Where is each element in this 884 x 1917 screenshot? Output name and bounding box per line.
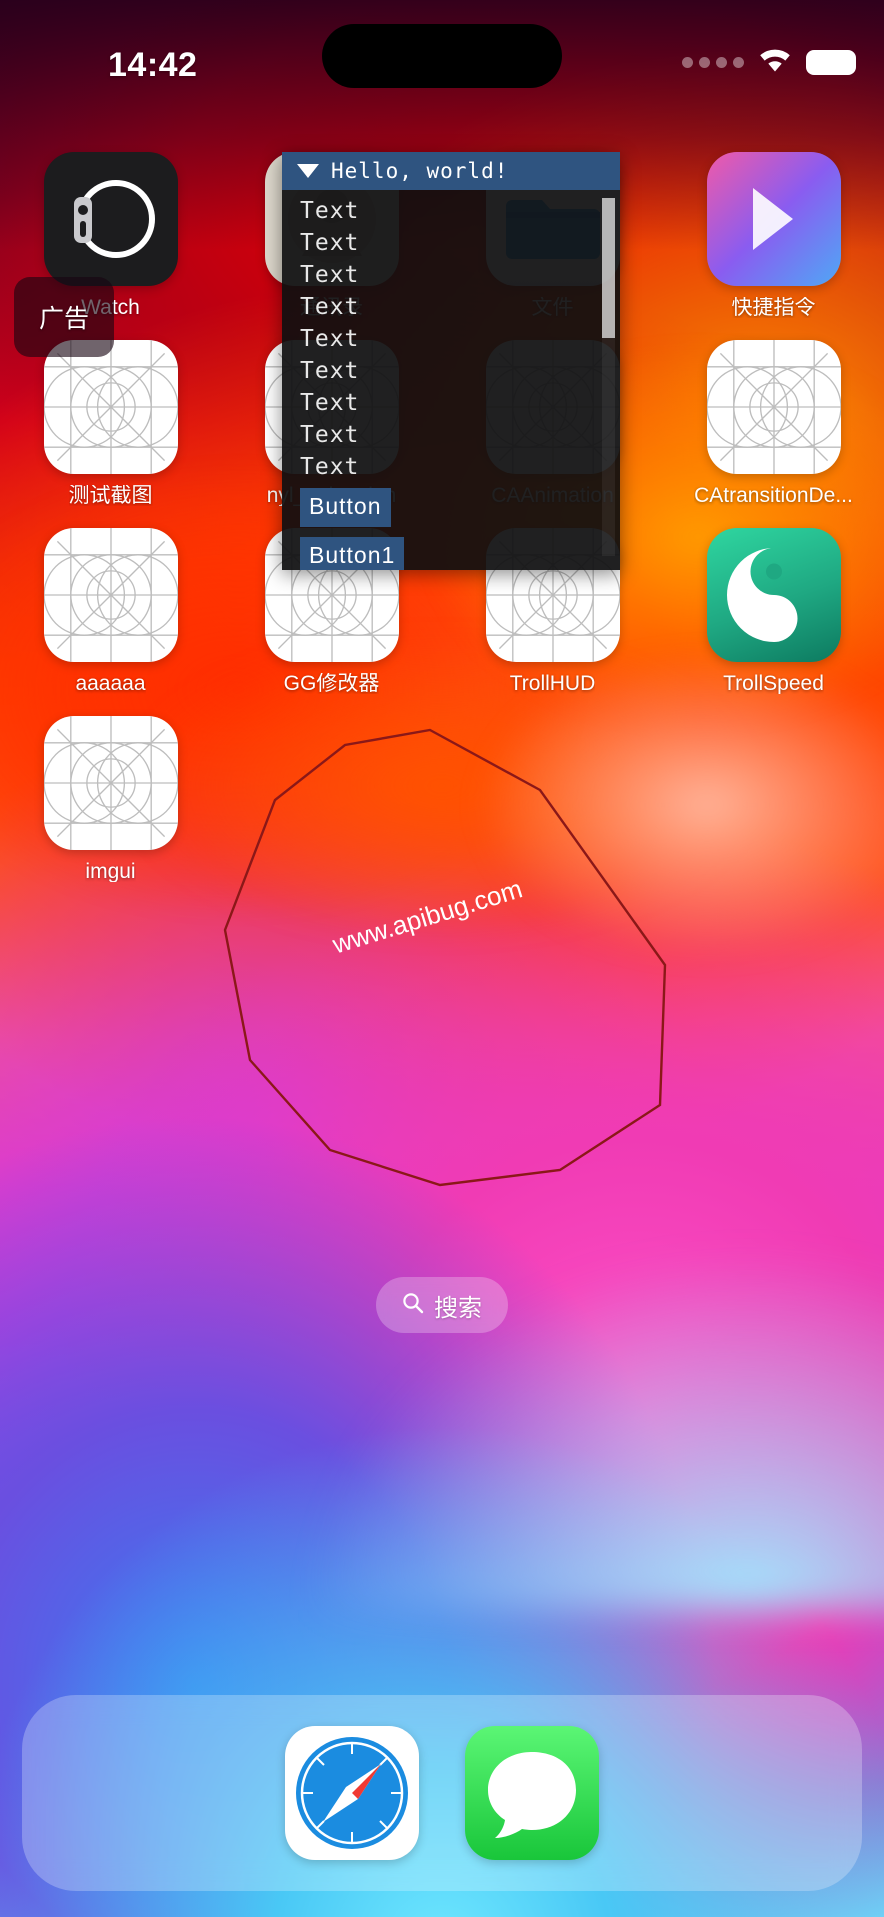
placeholder-icon[interactable]: [43, 528, 178, 662]
imgui-text-row: Text: [300, 454, 360, 480]
app-label: TrollSpeed: [723, 673, 824, 694]
messages-icon[interactable]: [465, 1726, 599, 1860]
imgui-button-1[interactable]: Button1: [300, 537, 405, 570]
app-label: TrollHUD: [509, 673, 596, 694]
imgui-button[interactable]: Button: [300, 488, 391, 527]
status-indicators: [682, 46, 856, 78]
imgui-text-row: Text: [300, 422, 360, 448]
shortcuts-icon[interactable]: [706, 152, 841, 286]
wallpaper-wave-cyan: [0, 1111, 884, 1611]
app-trollspeed[interactable]: TrollSpeed: [663, 528, 884, 694]
app-label: aaaaaa: [75, 673, 146, 694]
trollspeed-icon[interactable]: [706, 528, 841, 662]
app-placeholder[interactable]: aaaaaa: [0, 528, 221, 694]
imgui-text-row: Text: [300, 198, 360, 224]
imgui-window-title: Hello, world!: [331, 159, 509, 183]
placeholder-icon[interactable]: [43, 340, 178, 474]
app-row: imgui: [0, 716, 884, 904]
imgui-text-row: Text: [300, 294, 360, 320]
imgui-scrollbar-thumb[interactable]: [602, 198, 615, 338]
app-placeholder[interactable]: 测试截图: [0, 340, 221, 506]
placeholder-icon[interactable]: [43, 716, 178, 850]
battery-full-icon: [806, 49, 856, 75]
imgui-text-row: Text: [300, 326, 360, 352]
dock: [22, 1695, 862, 1891]
imgui-window-body: Text Text Text Text Text Text Text Text …: [282, 190, 620, 570]
imgui-window[interactable]: Hello, world! Text Text Text Text Text T…: [282, 152, 620, 570]
ad-badge[interactable]: 广告: [14, 277, 114, 357]
imgui-text-row: Text: [300, 262, 360, 288]
wifi-icon: [757, 46, 793, 78]
search-icon: [402, 1292, 424, 1319]
app-label: GG修改器: [283, 673, 380, 694]
app-label: CAtransitionDe...: [694, 485, 853, 506]
app-label: 快捷指令: [731, 297, 816, 318]
signal-dots-icon: [682, 56, 744, 68]
placeholder-icon[interactable]: [706, 340, 841, 474]
apple-watch-icon[interactable]: [43, 152, 178, 286]
search-pill[interactable]: 搜索: [376, 1277, 508, 1333]
imgui-titlebar[interactable]: Hello, world!: [282, 152, 620, 190]
dynamic-island: [322, 24, 562, 88]
status-time: 14:42: [108, 46, 198, 84]
imgui-text-row: Text: [300, 230, 360, 256]
search-label: 搜索: [434, 1294, 482, 1322]
imgui-text-row: Text: [300, 390, 360, 416]
app-placeholder[interactable]: CAtransitionDe...: [663, 340, 884, 506]
app-shortcuts[interactable]: 快捷指令: [663, 152, 884, 318]
triangle-down-icon[interactable]: [297, 164, 319, 178]
app-label: imgui: [85, 861, 136, 882]
imgui-text-row: Text: [300, 358, 360, 384]
app-label: 测试截图: [68, 485, 153, 506]
status-bar: 14:42: [0, 0, 884, 110]
app-imgui[interactable]: imgui: [0, 716, 221, 882]
safari-icon[interactable]: [285, 1726, 419, 1860]
